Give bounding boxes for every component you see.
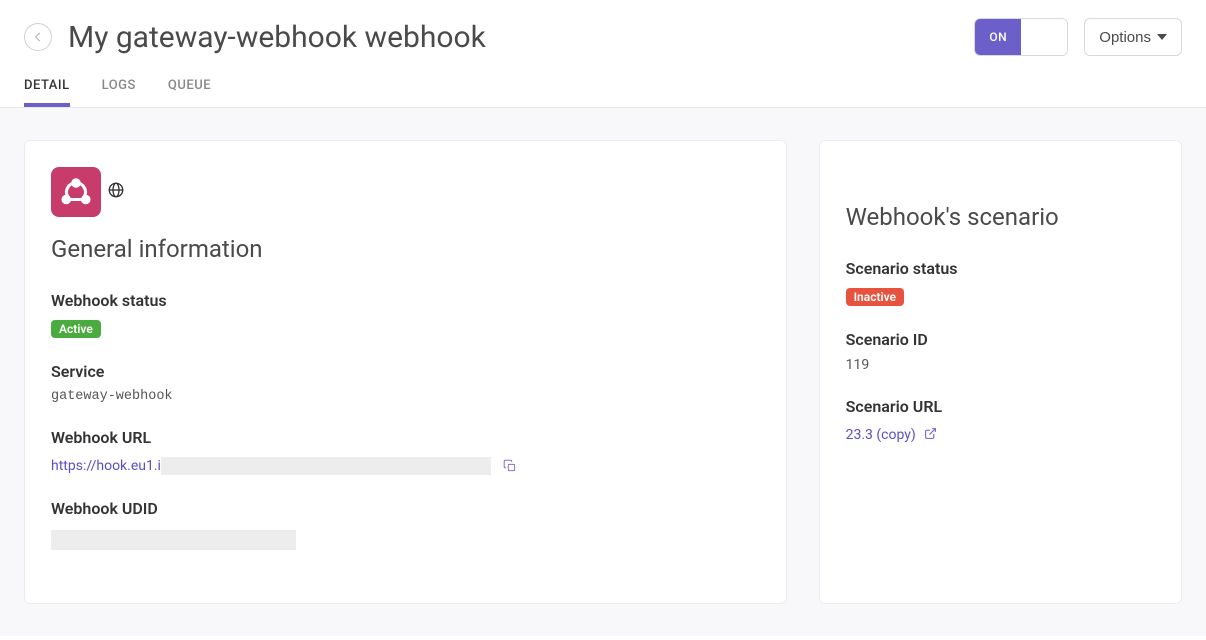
webhook-icon	[51, 167, 101, 217]
tab-queue[interactable]: QUEUE	[168, 68, 211, 107]
scenario-id-label: Scenario ID	[846, 330, 1155, 349]
webhook-status-badge: Active	[51, 320, 101, 338]
options-button[interactable]: Options	[1084, 18, 1182, 56]
scenario-url-text: 23.3 (copy)	[846, 427, 916, 443]
tab-logs[interactable]: LOGS	[102, 68, 136, 107]
scenario-status-badge: Inactive	[846, 288, 904, 306]
globe-icon	[107, 181, 125, 203]
chevron-down-icon	[1157, 34, 1167, 40]
toggle-off-slot	[1021, 19, 1067, 55]
tab-detail[interactable]: DETAIL	[24, 68, 70, 107]
scenario-id-value: 119	[846, 357, 1155, 373]
webhook-url-label: Webhook URL	[51, 428, 760, 447]
service-value: gateway-webhook	[51, 389, 760, 404]
tabs: DETAIL LOGS QUEUE	[0, 68, 1206, 108]
options-label: Options	[1099, 29, 1151, 46]
copy-url-button[interactable]	[503, 458, 517, 472]
back-button[interactable]	[24, 23, 52, 51]
arrow-left-icon	[31, 30, 45, 44]
on-off-toggle[interactable]: ON	[974, 18, 1068, 56]
scenario-card: Webhook's scenario Scenario status Inact…	[819, 140, 1182, 604]
external-link-icon	[924, 427, 937, 444]
page-title: My gateway-webhook webhook	[68, 20, 486, 55]
webhook-url-link[interactable]: https://hook.eu1.i	[51, 458, 161, 474]
webhook-status-label: Webhook status	[51, 291, 760, 310]
scenario-title: Webhook's scenario	[846, 203, 1155, 231]
webhook-url-redacted	[161, 457, 491, 475]
general-info-card: General information Webhook status Activ…	[24, 140, 787, 604]
scenario-url-label: Scenario URL	[846, 397, 1155, 416]
service-label: Service	[51, 362, 760, 381]
toggle-on-label: ON	[975, 19, 1021, 55]
copy-icon	[503, 459, 517, 473]
webhook-udid-label: Webhook UDID	[51, 499, 760, 518]
webhook-udid-redacted	[51, 530, 296, 550]
general-info-title: General information	[51, 235, 760, 263]
scenario-status-label: Scenario status	[846, 259, 1155, 278]
scenario-url-link[interactable]: 23.3 (copy)	[846, 427, 937, 444]
